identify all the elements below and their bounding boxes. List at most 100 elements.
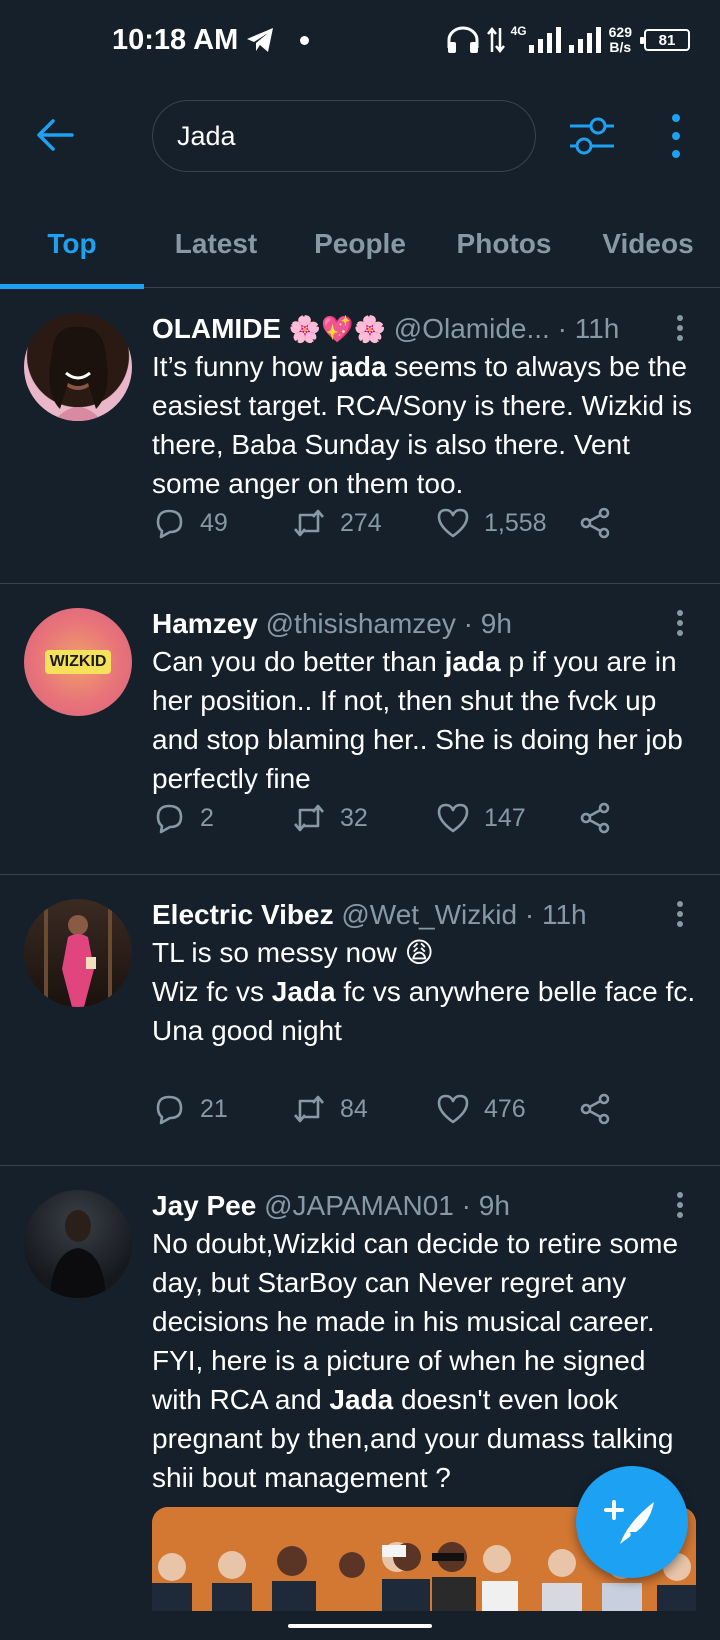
like-button[interactable]: 476 <box>436 1089 526 1129</box>
battery-level: 81 <box>658 31 676 49</box>
tab-latest[interactable]: Latest <box>144 200 288 288</box>
share-button[interactable] <box>578 798 612 838</box>
search-highlight: Jada <box>329 1384 394 1415</box>
tweet-actions: 2 32 147 <box>152 798 632 838</box>
status-time: 10:18 AM <box>112 24 239 56</box>
retweet-button[interactable]: 32 <box>292 798 368 838</box>
tweet-text: Can you do better than jada p if you are… <box>152 642 698 798</box>
tweet-text-part: fc vs anywhere belle face fc. <box>335 976 696 1007</box>
tweet-text-part: Wiz fc vs <box>152 976 272 1007</box>
heart-icon <box>437 803 469 833</box>
tweet-header: Electric Vibez @Wet_Wizkid · 11h <box>152 895 650 935</box>
tweet-header: Jay Pee @JAPAMAN01 · 9h <box>152 1186 650 1226</box>
reply-icon <box>156 804 183 834</box>
search-tabs: Top Latest People Photos Videos <box>0 200 720 289</box>
retweet-icon <box>294 509 324 537</box>
avatar[interactable] <box>24 313 132 421</box>
reply-button[interactable]: 2 <box>152 798 214 838</box>
search-input[interactable]: Jada <box>152 100 536 172</box>
tab-photos[interactable]: Photos <box>432 200 576 288</box>
tweet-author-name[interactable]: Hamzey <box>152 608 258 639</box>
tweet-text-line: TL is so messy now 😩 <box>152 937 434 968</box>
tweet-actions: 21 84 476 <box>152 1089 632 1129</box>
tweet-text-line: Una good night <box>152 1015 342 1046</box>
tweet-author-name[interactable]: Jay Pee <box>152 1190 256 1221</box>
tweet[interactable]: WIZKID Hamzey @thisishamzey · 9h Can you… <box>0 584 720 875</box>
like-count: 147 <box>484 803 526 832</box>
tweet-text-line: Wiz fc vs Jada fc vs anywhere belle face… <box>152 972 698 1011</box>
avatar[interactable] <box>24 899 132 1007</box>
tab-people[interactable]: People <box>288 200 432 288</box>
headphones-icon <box>447 26 479 53</box>
search-highlight: Jada <box>271 976 336 1007</box>
tweet-menu-icon[interactable] <box>670 313 690 343</box>
tweet-header: Hamzey @thisishamzey · 9h <box>152 604 650 644</box>
share-button[interactable] <box>578 1089 612 1129</box>
like-button[interactable]: 1,558 <box>436 503 547 543</box>
compose-tweet-button[interactable] <box>576 1466 688 1578</box>
retweet-count: 84 <box>340 1094 368 1123</box>
share-button[interactable] <box>578 503 612 543</box>
tweet-menu-icon[interactable] <box>670 899 690 929</box>
share-icon <box>580 802 610 834</box>
search-highlight: jada <box>444 646 501 677</box>
tweet-author-handle[interactable]: @thisishamzey <box>266 608 456 639</box>
search-query: Jada <box>177 121 236 151</box>
tweet-text-part: It’s funny how <box>152 351 331 382</box>
retweet-button[interactable]: 274 <box>292 503 382 543</box>
tweet-time: · 9h <box>461 1190 510 1221</box>
more-options-icon[interactable] <box>664 110 688 162</box>
tweet-menu-icon[interactable] <box>670 608 690 638</box>
tweet[interactable]: OLAMIDE 🌸💖🌸 @Olamide... · 11h It’s funny… <box>0 289 720 584</box>
network-speed-unit: B/s <box>609 39 632 55</box>
tweet-time: · 11h <box>524 899 587 930</box>
reply-count: 49 <box>200 508 228 537</box>
retweet-count: 32 <box>340 803 368 832</box>
signal-icon <box>528 27 561 53</box>
like-button[interactable]: 147 <box>436 798 526 838</box>
tweet[interactable]: Electric Vibez @Wet_Wizkid · 11h TL is s… <box>0 875 720 1166</box>
tweet-menu-icon[interactable] <box>670 1190 690 1220</box>
heart-icon <box>437 1094 469 1124</box>
back-arrow-icon[interactable] <box>34 114 76 156</box>
search-highlight: jada <box>330 351 387 382</box>
avatar[interactable] <box>24 1190 132 1298</box>
tweet-text: TL is so messy now 😩 Wiz fc vs Jada fc v… <box>152 933 698 1050</box>
retweet-button[interactable]: 84 <box>292 1089 368 1129</box>
home-indicator[interactable] <box>288 1624 432 1628</box>
reply-button[interactable]: 21 <box>152 1089 228 1129</box>
tweet-text: It’s funny how jada seems to always be t… <box>152 347 698 503</box>
status-bar: 10:18 AM 4G 629 B/s 81 <box>0 0 720 80</box>
tweet-text: No doubt,Wizkid can decide to retire som… <box>152 1224 698 1497</box>
compose-feather-icon <box>604 1500 654 1544</box>
tweet-header: OLAMIDE 🌸💖🌸 @Olamide... · 11h <box>152 309 650 349</box>
avatar-logo: WIZKID <box>44 650 112 674</box>
share-icon <box>580 507 610 539</box>
network-type: 4G <box>510 24 527 38</box>
status-right: 4G 629 B/s 81 <box>445 18 690 62</box>
tweet-author-handle[interactable]: @Olamide... <box>394 313 550 344</box>
network-speed-value: 629 <box>608 24 632 40</box>
retweet-icon <box>294 1095 324 1123</box>
search-filter-icon[interactable] <box>568 114 616 158</box>
tweet-time: · 11h <box>557 313 620 344</box>
tab-videos[interactable]: Videos <box>576 200 720 288</box>
tweet-time: · 9h <box>463 608 512 639</box>
reply-count: 2 <box>200 803 214 832</box>
like-count: 1,558 <box>484 508 547 537</box>
tweet-text-part: Can you do better than <box>152 646 445 677</box>
telegram-icon <box>247 28 273 52</box>
retweet-icon <box>294 804 324 832</box>
search-app-bar: Jada <box>0 80 720 190</box>
avatar[interactable]: WIZKID <box>24 608 132 716</box>
name-emoji: 🌸💖🌸 <box>288 314 387 344</box>
tab-top[interactable]: Top <box>0 200 144 289</box>
tweet-author-name[interactable]: Electric Vibez <box>152 899 334 930</box>
data-transfer-icon <box>486 26 505 54</box>
reply-button[interactable]: 49 <box>152 503 228 543</box>
tweet-author-name[interactable]: OLAMIDE <box>152 313 281 344</box>
tweet-author-handle[interactable]: @JAPAMAN01 <box>264 1190 454 1221</box>
tweet-author-handle[interactable]: @Wet_Wizkid <box>341 899 517 930</box>
notification-dot-icon <box>300 36 309 45</box>
tweet-actions: 49 274 1,558 <box>152 503 632 543</box>
